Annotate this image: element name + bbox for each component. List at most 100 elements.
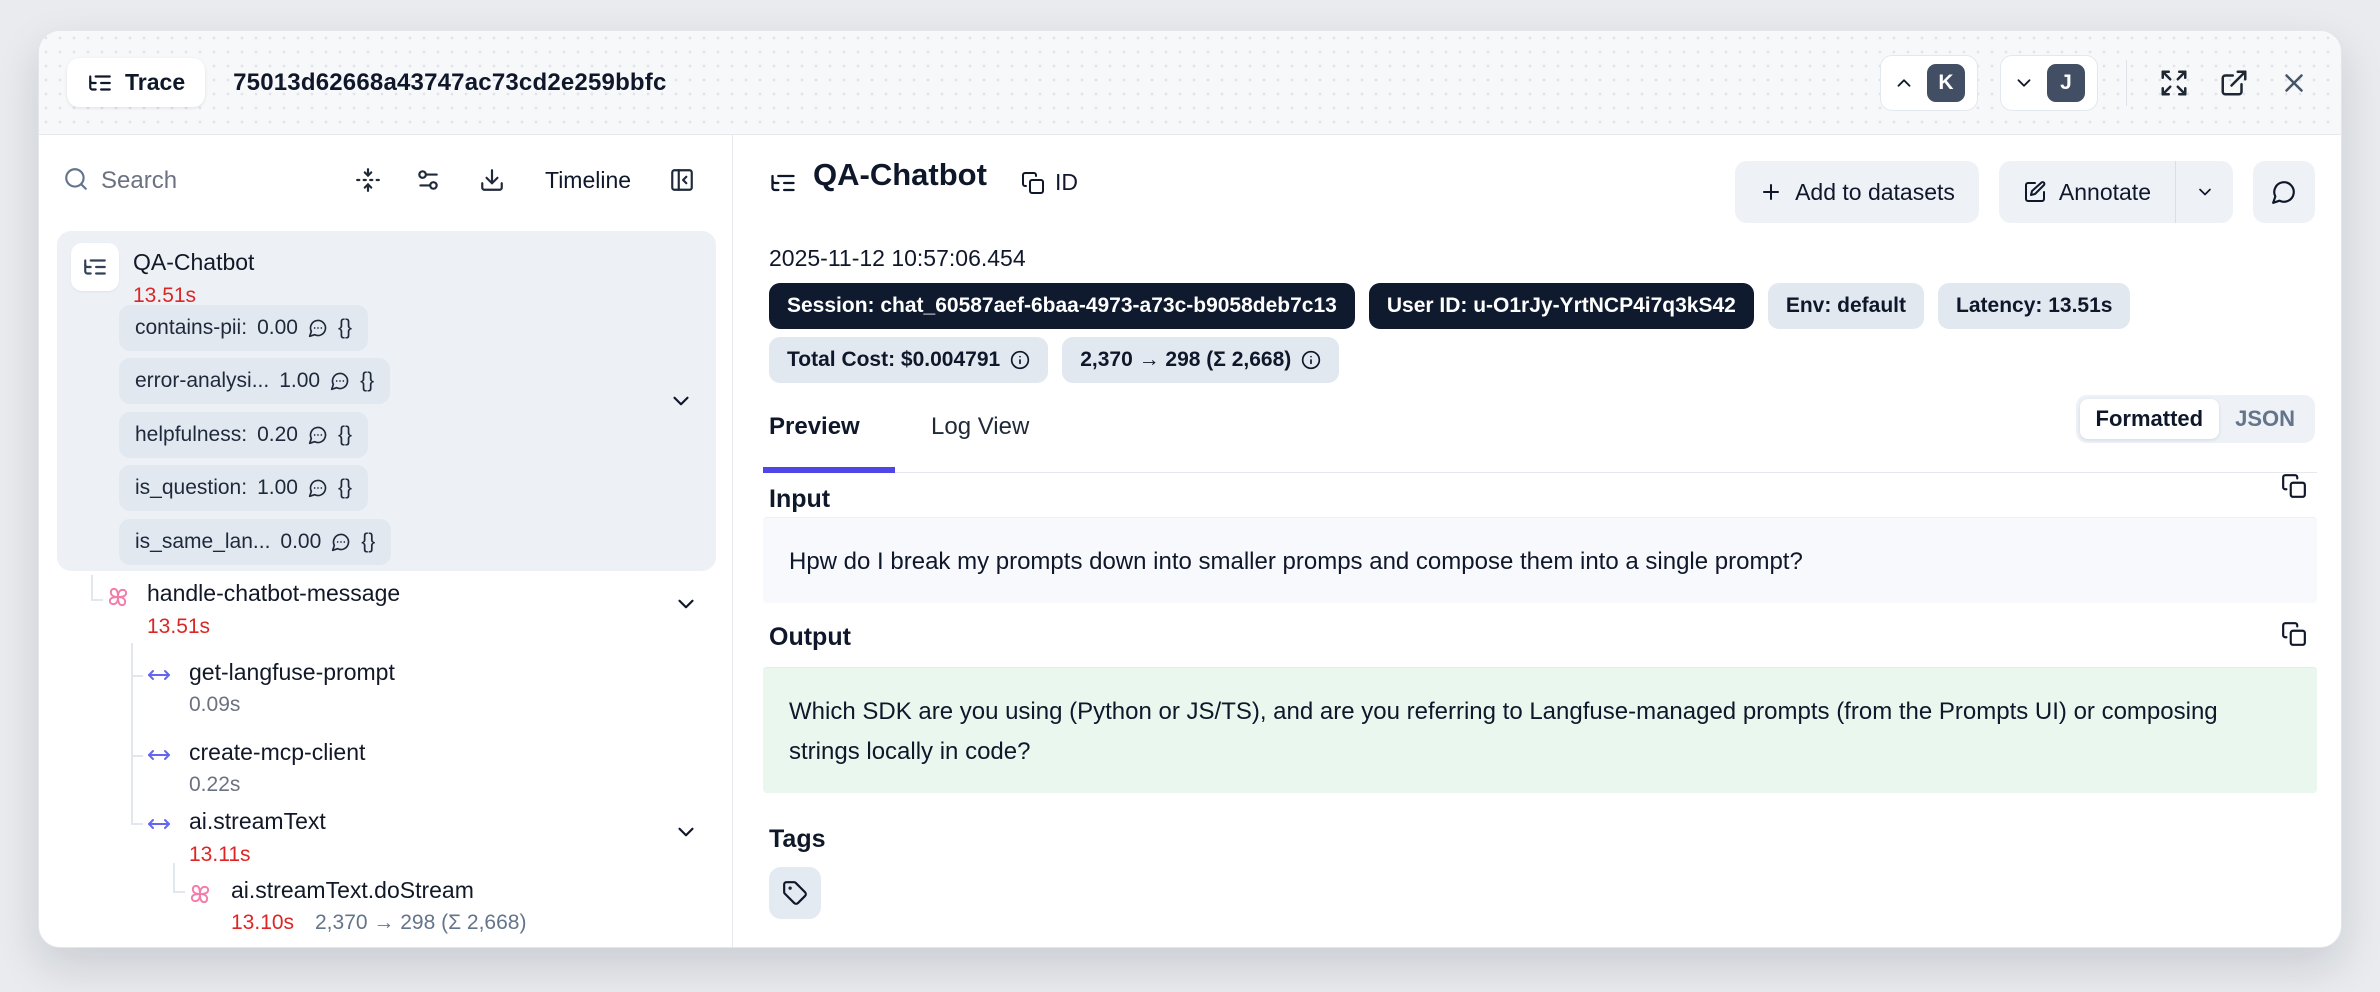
format-toggle-json[interactable]: JSON [2219, 399, 2311, 439]
tree-node-label: QA-Chatbot [133, 249, 254, 276]
page: Trace 75013d62668a43747ac73cd2e259bbfc K… [0, 0, 2380, 992]
tree-connector [131, 755, 143, 757]
format-toggle-formatted[interactable]: Formatted [2080, 399, 2220, 439]
tree-node-label[interactable]: create-mcp-client [189, 739, 365, 766]
score-name: error-analysi... [135, 369, 269, 393]
annotate-dropdown-button[interactable] [2175, 161, 2233, 223]
page-title: QA-Chatbot [813, 157, 987, 193]
comments-button[interactable] [2253, 161, 2315, 223]
tree-node-root[interactable]: QA-Chatbot 13.51s contains-pii: 0.00 {} … [57, 231, 716, 571]
annotate-split-button: Annotate [1999, 161, 2233, 223]
tree-node-label[interactable]: get-langfuse-prompt [189, 659, 395, 686]
tree-node-label[interactable]: ai.streamText.doStream [231, 877, 474, 904]
user-id-badge[interactable]: User ID: u-O1rJy-YrtNCP4i7q3kS42 [1369, 283, 1754, 329]
chevron-down-icon[interactable] [673, 591, 699, 617]
score-badge[interactable]: is_question: 1.00 {} [119, 465, 368, 511]
tree-connector [173, 863, 175, 893]
tree-node-label[interactable]: ai.streamText [189, 808, 326, 835]
tree-connector [91, 575, 93, 601]
tags-section-heading: Tags [769, 825, 826, 854]
chevron-down-icon[interactable] [673, 819, 699, 845]
score-badge[interactable]: error-analysi... 1.00 {} [119, 358, 390, 404]
output-section-heading: Output [769, 623, 851, 652]
total-cost-label: Total Cost: $0.004791 [787, 348, 1000, 372]
tree-node-duration: 13.51s [147, 615, 210, 639]
prev-trace-button[interactable]: K [1880, 55, 1978, 111]
format-toggle: Formatted JSON [2076, 395, 2315, 443]
close-button[interactable] [2275, 64, 2313, 102]
tree-connector [131, 823, 143, 825]
comment-bubble-icon [330, 371, 350, 391]
score-value: 0.00 [280, 530, 321, 554]
token-usage-label: 2,370 → 298 (Σ 2,668) [1080, 348, 1291, 372]
expand-button[interactable] [2155, 64, 2193, 102]
annotate-label: Annotate [2059, 179, 2151, 206]
trace-window: Trace 75013d62668a43747ac73cd2e259bbfc K… [38, 30, 2342, 948]
score-meta: {} [338, 476, 352, 500]
score-badge[interactable]: contains-pii: 0.00 {} [119, 305, 368, 351]
action-buttons: Add to datasets Annotate [1735, 161, 2315, 223]
input-section-heading: Input [769, 485, 830, 514]
generation-icon [105, 584, 131, 610]
next-trace-button[interactable]: J [2000, 55, 2098, 111]
comment-bubble-icon [308, 425, 328, 445]
copy-icon [1021, 171, 1045, 195]
score-meta: {} [361, 530, 375, 554]
score-value: 0.20 [257, 423, 298, 447]
window-header: Trace 75013d62668a43747ac73cd2e259bbfc K… [39, 31, 2341, 135]
add-to-datasets-button[interactable]: Add to datasets [1735, 161, 1979, 223]
sidebar-divider [732, 135, 733, 948]
header-divider [2126, 60, 2127, 106]
tree-node-tokens: 2,370 → 298 (Σ 2,668) [315, 911, 526, 935]
session-badge[interactable]: Session: chat_60587aef-6baa-4973-a73c-b9… [769, 283, 1355, 329]
tree-connector [131, 643, 133, 823]
trace-tree-icon [87, 70, 113, 96]
collapse-all-icon[interactable] [355, 167, 381, 193]
open-in-new-tab-button[interactable] [2215, 64, 2253, 102]
annotate-button[interactable]: Annotate [1999, 161, 2175, 223]
add-to-datasets-label: Add to datasets [1795, 179, 1955, 206]
tree-node-label[interactable]: handle-chatbot-message [147, 580, 400, 607]
view-settings-icon[interactable] [415, 167, 441, 193]
search-input[interactable] [101, 161, 311, 201]
collapse-panel-icon[interactable] [669, 167, 695, 193]
comment-bubble-icon [308, 478, 328, 498]
trace-timestamp: 2025-11-12 10:57:06.454 [769, 245, 1026, 272]
tree-node-duration: 0.22s [189, 773, 240, 797]
tab-log-view[interactable]: Log View [931, 413, 1029, 441]
score-badge[interactable]: helpfulness: 0.20 {} [119, 412, 368, 458]
copy-output-icon[interactable] [2281, 621, 2307, 647]
token-usage-badge[interactable]: 2,370 → 298 (Σ 2,668) [1062, 337, 1339, 383]
score-name: contains-pii: [135, 316, 247, 340]
comment-bubble-icon [331, 532, 351, 552]
tree-node-duration: 13.11s [189, 843, 251, 867]
copy-input-icon[interactable] [2281, 473, 2307, 499]
score-value: 0.00 [257, 316, 298, 340]
chevron-down-icon [2013, 72, 2035, 94]
timeline-toggle[interactable]: Timeline [545, 167, 631, 194]
output-text: Which SDK are you using (Python or JS/TS… [789, 698, 2218, 765]
trace-chip: Trace [67, 58, 205, 107]
tree-connector [131, 675, 143, 677]
tab-preview[interactable]: Preview [769, 413, 860, 441]
copy-id-chip[interactable]: ID [1021, 169, 1078, 196]
tabs-border [763, 472, 2317, 473]
download-icon[interactable] [479, 167, 505, 193]
info-icon [1301, 350, 1321, 370]
total-cost-badge[interactable]: Total Cost: $0.004791 [769, 337, 1048, 383]
score-meta: {} [338, 423, 352, 447]
observation-tree-icon [769, 169, 797, 197]
score-meta: {} [338, 316, 352, 340]
chevron-down-icon[interactable] [668, 388, 694, 414]
plus-icon [1759, 180, 1783, 204]
span-icon [147, 743, 171, 767]
info-icon [1010, 350, 1030, 370]
score-value: 1.00 [257, 476, 298, 500]
score-name: is_same_lan... [135, 530, 270, 554]
span-icon [147, 663, 171, 687]
badge-row-1: Session: chat_60587aef-6baa-4973-a73c-b9… [769, 283, 2130, 329]
score-badge[interactable]: is_same_lan... 0.00 {} [119, 519, 391, 565]
add-tag-button[interactable] [769, 867, 821, 919]
trace-node-icon [71, 243, 119, 291]
tree-node-duration: 0.09s [189, 693, 240, 717]
